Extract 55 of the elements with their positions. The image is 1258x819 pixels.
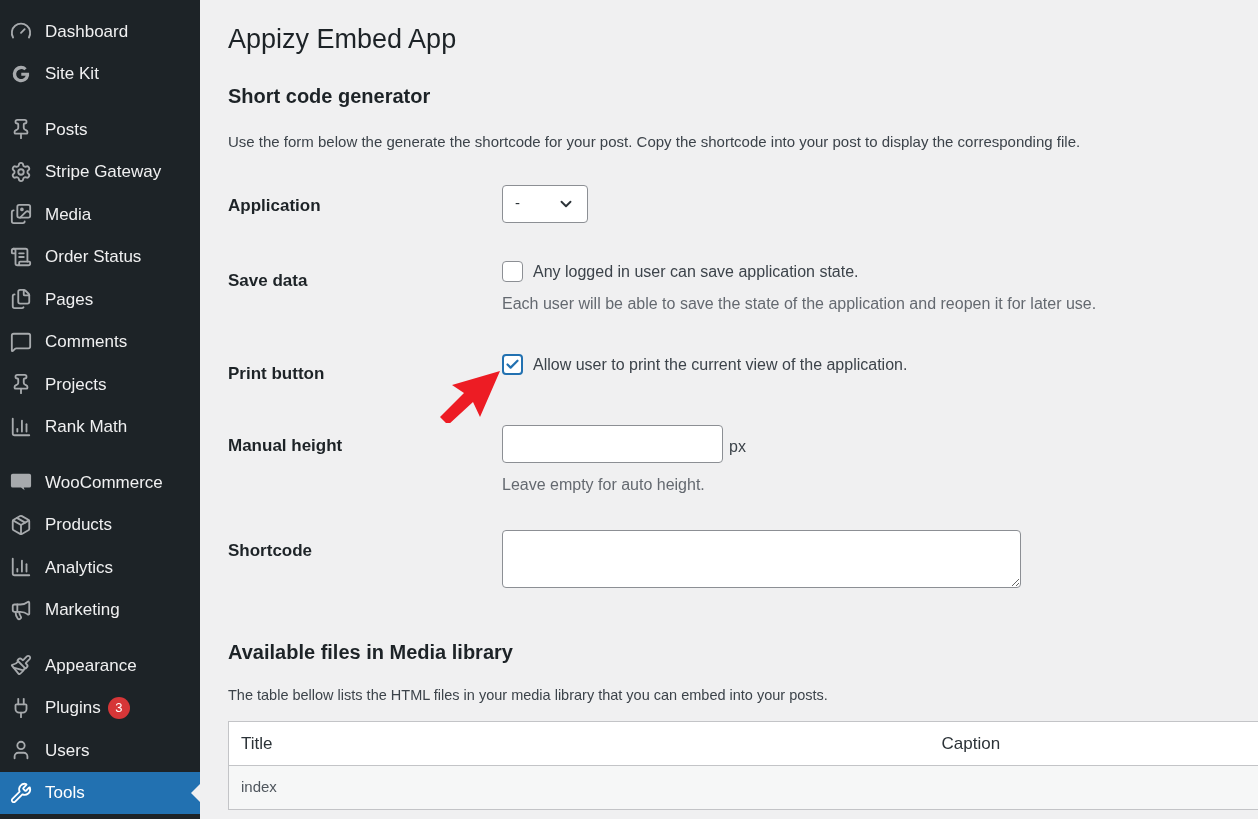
column-header: Caption: [929, 721, 1258, 766]
unit-label: px: [729, 437, 746, 457]
settings-icon: [10, 160, 32, 183]
field-hint: Leave empty for auto height.: [502, 475, 706, 495]
sidebar-item[interactable]: WooCommerce: [0, 461, 200, 504]
sidebar-item[interactable]: Stripe Gateway: [0, 150, 200, 193]
checkbox[interactable]: [502, 261, 523, 282]
megaphone-icon: [10, 598, 32, 621]
field-label: Manual height: [228, 436, 343, 455]
sidebar-item[interactable]: Marketing: [0, 588, 200, 631]
sidebar-item[interactable]: Tools: [0, 771, 200, 814]
field-label: Shortcode: [228, 541, 313, 560]
bar-chart-icon: [10, 556, 32, 579]
height-input[interactable]: [502, 425, 723, 463]
current-item-pointer: [191, 783, 200, 802]
sidebar-item[interactable]: Site Kit: [0, 52, 200, 95]
shortcode-textarea[interactable]: [502, 530, 1021, 588]
receipt-icon: [10, 245, 32, 268]
checkbox-label: Any logged in user can save application state.: [533, 261, 859, 282]
sidebar-item[interactable]: Projects: [0, 363, 200, 406]
section-heading: Short code generator: [228, 84, 432, 109]
sidebar-item[interactable]: Users: [0, 729, 200, 772]
column-header: Title: [228, 721, 930, 766]
sidebar-item[interactable]: Order Status: [0, 235, 200, 278]
count-badge: 3: [107, 696, 130, 719]
section-heading: Available files in Media library: [228, 640, 514, 665]
box-icon: [10, 513, 32, 536]
sidebar-item[interactable]: Rank Math: [0, 405, 200, 448]
section-description: The table bellow lists the HTML files in your media library that you can embed into your posts.: [228, 686, 829, 705]
sidebar-item[interactable]: Analytics: [0, 546, 200, 589]
page-title: Appizy Embed App: [228, 23, 458, 56]
sidebar-item[interactable]: Comments: [0, 320, 200, 363]
field-label: Application: [228, 195, 321, 215]
pages-icon: [10, 288, 32, 311]
sidebar-item[interactable]: Products: [0, 503, 200, 546]
sidebar-item[interactable]: Posts: [0, 108, 200, 151]
sidebar-item[interactable]: Plugins 3: [0, 686, 200, 729]
table-cell: index: [241, 778, 277, 796]
checkbox[interactable]: [502, 354, 523, 375]
wrench-icon: [10, 781, 32, 804]
checkmark-icon: [505, 357, 520, 372]
sidebar-item[interactable]: Pages: [0, 278, 200, 321]
paintbrush-icon: [10, 654, 32, 677]
media-icon: [10, 203, 32, 226]
sidebar-item[interactable]: Media: [0, 193, 200, 236]
application-select[interactable]: -: [502, 184, 588, 223]
sidebar-item[interactable]: Dashboard: [0, 10, 200, 53]
section-description: Use the form below the generate the shortcode for your post. Copy the shortcode into your post to display the corresponding file.: [228, 132, 1082, 152]
chart-icon: [10, 415, 32, 438]
checkbox-label: Allow user to print the current view of the application.: [533, 354, 908, 375]
comment-icon: [10, 330, 32, 353]
field-hint: Each user will be able to save the state of the application and reopen it for later use.: [502, 293, 1097, 314]
field-label: Print button: [228, 363, 325, 383]
sidebar-item[interactable]: Appearance: [0, 644, 200, 687]
field-label: Save data: [228, 270, 308, 290]
